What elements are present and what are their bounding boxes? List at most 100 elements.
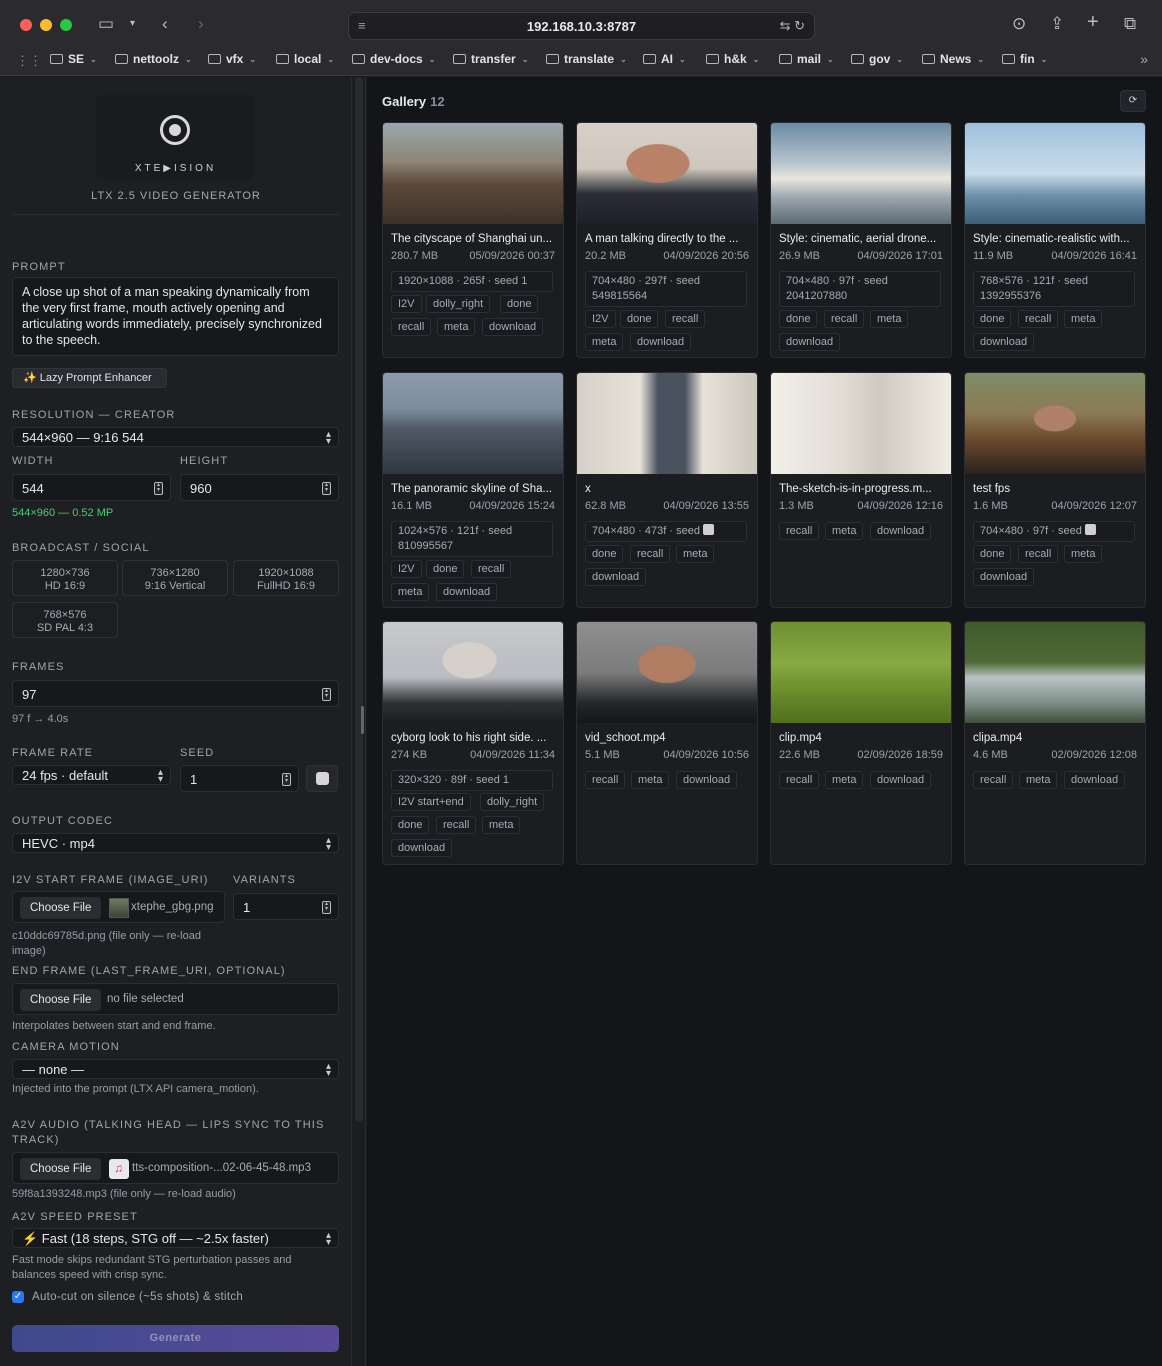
seed-input[interactable]: 1 ▴ ▾	[180, 765, 299, 792]
video-thumbnail[interactable]	[383, 123, 563, 224]
download-button[interactable]: download	[482, 318, 544, 336]
download-button[interactable]: download	[585, 568, 647, 586]
meta-button[interactable]: meta	[676, 545, 715, 563]
downloads-icon[interactable]: ⊙	[1012, 14, 1026, 34]
autocut-checkbox[interactable]: ✓	[12, 1291, 24, 1303]
bookmark-folder[interactable]: mail ⌄	[779, 52, 834, 66]
recall-button[interactable]: recall	[779, 771, 820, 789]
choose-file-button[interactable]: Choose File	[20, 897, 102, 919]
meta-button[interactable]: meta	[825, 522, 864, 540]
address-bar[interactable]: ≡ 192.168.10.3:8787 ⇆ ↻	[348, 12, 815, 40]
gallery-card[interactable]: x 62.8 MB 04/09/2026 13:55 704×480 · 473…	[576, 372, 758, 608]
meta-button[interactable]: meta	[1064, 310, 1103, 328]
new-tab-icon[interactable]: +	[1087, 12, 1099, 32]
bookmark-folder[interactable]: dev-docs ⌄	[352, 52, 435, 66]
zoom-window-button[interactable]	[60, 19, 72, 31]
translate-reload-icon[interactable]: ⇆ ↻	[780, 18, 805, 34]
recall-button[interactable]: recall	[471, 560, 512, 578]
recall-button[interactable]: recall	[665, 310, 706, 328]
gallery-card[interactable]: The panoramic skyline of Sha... 16.1 MB …	[382, 372, 564, 608]
stepper-icon[interactable]: ▴ ▾	[322, 482, 331, 495]
recall-button[interactable]: recall	[824, 310, 865, 328]
url-text[interactable]: 192.168.10.3:8787	[349, 19, 814, 34]
choose-file-button[interactable]: Choose File	[20, 1158, 102, 1180]
stepper-icon[interactable]: ▴ ▾	[282, 773, 291, 786]
preset-hd-button[interactable]: 1280×736 HD 16:9	[12, 560, 118, 596]
gallery-card[interactable]: Style: cinematic, aerial drone... 26.9 M…	[770, 122, 952, 358]
meta-button[interactable]: meta	[1019, 771, 1058, 789]
refresh-icon[interactable]: ⟳	[1120, 90, 1146, 112]
video-thumbnail[interactable]	[577, 373, 757, 474]
stepper-icon[interactable]: ▴ ▾	[322, 901, 331, 914]
meta-button[interactable]: meta	[585, 333, 624, 351]
download-button[interactable]: download	[630, 333, 692, 351]
recall-button[interactable]: recall	[391, 318, 432, 336]
gallery-card[interactable]: vid_schoot.mp4 5.1 MB 04/09/2026 10:56 r…	[576, 621, 758, 865]
chevron-down-icon[interactable]: ▾	[130, 14, 135, 34]
video-thumbnail[interactable]	[383, 622, 563, 723]
download-button[interactable]: download	[779, 333, 841, 351]
bookmark-folder[interactable]: local ⌄	[276, 52, 334, 66]
video-thumbnail[interactable]	[965, 123, 1145, 224]
download-button[interactable]: download	[676, 771, 738, 789]
frames-input[interactable]: 97 ▴ ▾	[12, 680, 339, 707]
meta-button[interactable]: meta	[437, 318, 476, 336]
recall-button[interactable]: recall	[1018, 545, 1059, 563]
video-thumbnail[interactable]	[577, 123, 757, 224]
choose-file-button[interactable]: Choose File	[20, 989, 102, 1011]
preset-vertical-button[interactable]: 736×1280 9:16 Vertical	[122, 560, 228, 596]
camera-motion-select[interactable]: — none — ▴ ▾	[12, 1059, 339, 1079]
prompt-textarea[interactable]: A close up shot of a man speaking dynami…	[12, 277, 339, 356]
bookmark-folder[interactable]: transfer ⌄	[453, 52, 528, 66]
codec-select[interactable]: HEVC · mp4 ▴ ▾	[12, 833, 339, 853]
bookmark-folder[interactable]: nettoolz ⌄	[115, 52, 192, 66]
close-window-button[interactable]	[20, 19, 32, 31]
more-bookmarks-icon[interactable]: »	[1140, 51, 1148, 67]
sidebar-toggle-icon[interactable]: ▭	[98, 14, 114, 34]
video-thumbnail[interactable]	[771, 373, 951, 474]
video-thumbnail[interactable]	[577, 622, 757, 723]
download-button[interactable]: download	[973, 568, 1035, 586]
gallery-card[interactable]: test fps 1.6 MB 04/09/2026 12:07 704×480…	[964, 372, 1146, 608]
generate-button[interactable]: Generate	[12, 1325, 339, 1352]
video-thumbnail[interactable]	[771, 123, 951, 224]
recall-button[interactable]: recall	[973, 771, 1014, 789]
height-input[interactable]: 960 ▴ ▾	[180, 474, 339, 501]
gallery-card[interactable]: A man talking directly to the ... 20.2 M…	[576, 122, 758, 358]
meta-button[interactable]: meta	[631, 771, 670, 789]
bookmark-folder[interactable]: News ⌄	[922, 52, 984, 66]
download-button[interactable]: download	[391, 839, 453, 857]
meta-button[interactable]: meta	[870, 310, 909, 328]
bookmark-folder[interactable]: fin ⌄	[1002, 52, 1047, 66]
grid-icon[interactable]: ⋮⋮	[16, 53, 42, 69]
bookmark-folder[interactable]: h&k ⌄	[706, 52, 759, 66]
resize-handle[interactable]	[361, 706, 364, 734]
gallery-card[interactable]: The-sketch-is-in-progress.m... 1.3 MB 04…	[770, 372, 952, 608]
meta-button[interactable]: meta	[825, 771, 864, 789]
recall-button[interactable]: recall	[1018, 310, 1059, 328]
lazy-prompt-enhancer-button[interactable]: ✨ Lazy Prompt Enhancer	[12, 368, 167, 388]
minimize-window-button[interactable]	[40, 19, 52, 31]
gallery-card[interactable]: cyborg look to his right side. ... 274 K…	[382, 621, 564, 865]
meta-button[interactable]: meta	[482, 816, 521, 834]
bookmark-folder[interactable]: gov ⌄	[851, 52, 903, 66]
bookmark-folder[interactable]: AI ⌄	[643, 52, 686, 66]
preset-fullhd-button[interactable]: 1920×1088 FullHD 16:9	[233, 560, 339, 596]
random-seed-dice-icon[interactable]	[306, 765, 338, 792]
resolution-select[interactable]: 544×960 — 9:16 544 ▴ ▾	[12, 427, 339, 447]
forward-icon[interactable]: ›	[198, 14, 204, 34]
meta-button[interactable]: meta	[1064, 545, 1103, 563]
preset-sd-pal-button[interactable]: 768×576 SD PAL 4:3	[12, 602, 118, 638]
gallery-card[interactable]: Style: cinematic-realistic with... 11.9 …	[964, 122, 1146, 358]
recall-button[interactable]: recall	[779, 522, 820, 540]
bookmark-folder[interactable]: translate ⌄	[546, 52, 627, 66]
i2v-file-input[interactable]: Choose File xtephe_gbg.png	[12, 891, 225, 923]
bookmark-folder[interactable]: SE ⌄	[50, 52, 97, 66]
video-thumbnail[interactable]	[383, 373, 563, 474]
bookmark-folder[interactable]: vfx ⌄	[208, 52, 256, 66]
video-thumbnail[interactable]	[965, 622, 1145, 723]
meta-button[interactable]: meta	[391, 583, 430, 601]
width-input[interactable]: 544 ▴ ▾	[12, 474, 171, 501]
download-button[interactable]: download	[870, 522, 932, 540]
back-icon[interactable]: ‹	[162, 14, 168, 34]
